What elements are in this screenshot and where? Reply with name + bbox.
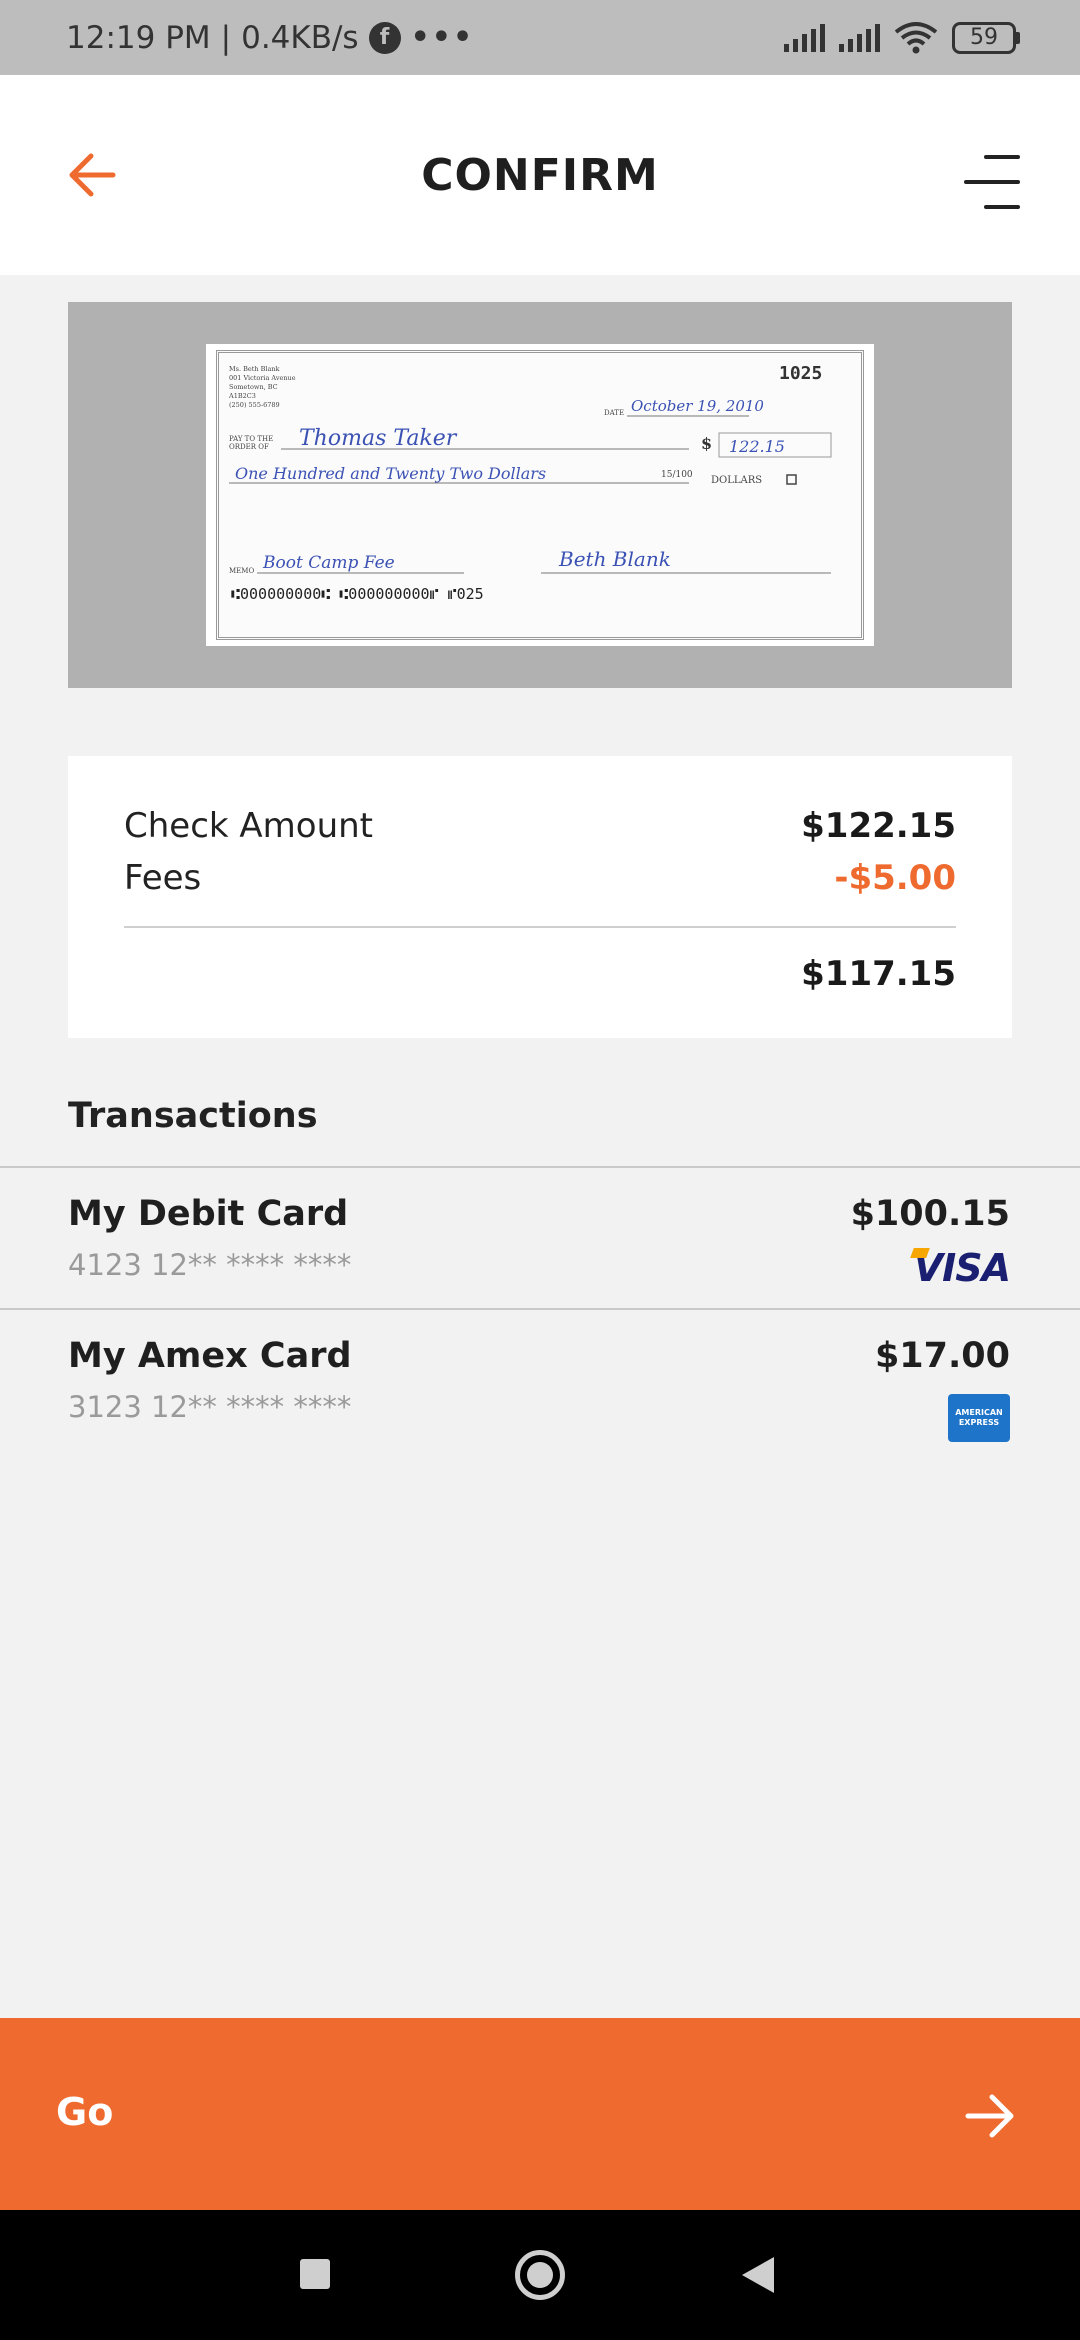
payer-line: Sometown, BC	[229, 383, 278, 391]
amex-logo-icon: AMERICAN EXPRESS	[948, 1394, 1010, 1442]
transaction-amount: $100.15	[850, 1194, 1010, 1234]
recent-apps-icon[interactable]	[300, 2259, 330, 2289]
amount-in-words: One Hundred and Twenty Two Dollars	[235, 464, 546, 483]
transaction-item-amex[interactable]: My Amex Card 3123 12** **** **** $17.00 …	[0, 1308, 1080, 1450]
card-number: 4123 12** **** ****	[68, 1248, 352, 1282]
transactions-heading: Transactions	[68, 1096, 318, 1136]
payer-line: A1B2C3	[228, 392, 256, 400]
check-amount-row: Check Amount $122.15	[124, 800, 956, 852]
memo-text: Boot Camp Fee	[262, 553, 395, 573]
menu-button[interactable]	[964, 153, 1020, 211]
pay-to-label: PAY TO THE	[229, 435, 273, 443]
status-right: 59	[784, 21, 1020, 55]
battery-level: 59	[952, 21, 1016, 54]
check-date: October 19, 2010	[631, 397, 764, 415]
more-notifications-icon: •••	[410, 20, 475, 55]
dollar-sign: $	[701, 434, 712, 453]
transaction-item-debit[interactable]: My Debit Card 4123 12** **** **** $100.1…	[0, 1166, 1080, 1308]
transactions-list: My Debit Card 4123 12** **** **** $100.1…	[0, 1166, 1080, 1450]
signal-icon	[784, 23, 825, 52]
card-number: 3123 12** **** ****	[68, 1390, 352, 1424]
check-amount-value: $122.15	[801, 806, 956, 846]
card-name: My Amex Card	[68, 1336, 352, 1376]
wifi-icon	[894, 21, 938, 53]
app-header: CONFIRM	[0, 75, 1080, 275]
check-amount-label: Check Amount	[124, 806, 374, 846]
status-left: 12:19 PM | 0.4KB/s f •••	[66, 20, 474, 56]
check-amount-numeric: 122.15	[729, 437, 785, 456]
card-name: My Debit Card	[68, 1194, 349, 1234]
home-icon[interactable]	[515, 2250, 565, 2300]
nav-back-icon[interactable]	[742, 2257, 774, 2293]
status-separator: |	[220, 19, 232, 56]
check-image-container[interactable]: Ms. Beth Blank 001 Victoria Avenue Somet…	[68, 302, 1012, 688]
go-button[interactable]: Go	[0, 2018, 1080, 2210]
summary-divider	[124, 926, 956, 928]
amex-logo-line2: EXPRESS	[958, 1418, 1000, 1427]
check-image: Ms. Beth Blank 001 Victoria Avenue Somet…	[206, 344, 874, 646]
check-number: 1025	[779, 363, 822, 384]
signature: Beth Blank	[558, 547, 671, 571]
payer-line: Ms. Beth Blank	[229, 365, 280, 373]
cents: 15/100	[661, 470, 693, 480]
amex-logo-line1: AMERICAN	[955, 1408, 1003, 1417]
notification-icon: f	[368, 21, 401, 54]
menu-icon	[964, 155, 1020, 209]
order-of-label: ORDER OF	[229, 443, 269, 451]
arrow-right-icon	[965, 2094, 1014, 2138]
payer-line: 001 Victoria Avenue	[229, 374, 296, 382]
status-bar: 12:19 PM | 0.4KB/s f ••• 59	[0, 0, 1080, 75]
check-drawing: Ms. Beth Blank 001 Victoria Avenue Somet…	[228, 363, 832, 603]
visa-logo-icon: VISA	[913, 1246, 1011, 1290]
visa-logo-text: VISA	[913, 1246, 1011, 1290]
lock-icon	[786, 474, 797, 485]
amount-summary-card: Check Amount $122.15 Fees -$5.00 $117.15	[68, 756, 1012, 1038]
go-label: Go	[56, 2090, 114, 2134]
memo-label: MEMO	[229, 567, 254, 575]
status-time: 12:19 PM	[66, 19, 211, 56]
dollars-label: DOLLARS	[711, 475, 762, 486]
fees-value: -$5.00	[834, 858, 956, 898]
payer-line: (250) 555-6789	[229, 401, 280, 409]
system-nav-bar	[0, 2210, 1080, 2340]
battery-icon: 59	[952, 21, 1020, 54]
fees-label: Fees	[124, 858, 202, 898]
page-title: CONFIRM	[421, 150, 659, 201]
micr-line: ⑆000000000⑆ ⑆000000000⑈ ⑈025	[231, 585, 484, 603]
transaction-amount: $17.00	[874, 1336, 1010, 1376]
payee-name: Thomas Taker	[299, 426, 458, 451]
signal-icon-2	[839, 23, 880, 52]
total-amount: $117.15	[801, 954, 956, 994]
date-label: DATE	[604, 409, 624, 417]
fees-row: Fees -$5.00	[124, 852, 956, 904]
network-speed: 0.4KB/s	[241, 19, 359, 56]
